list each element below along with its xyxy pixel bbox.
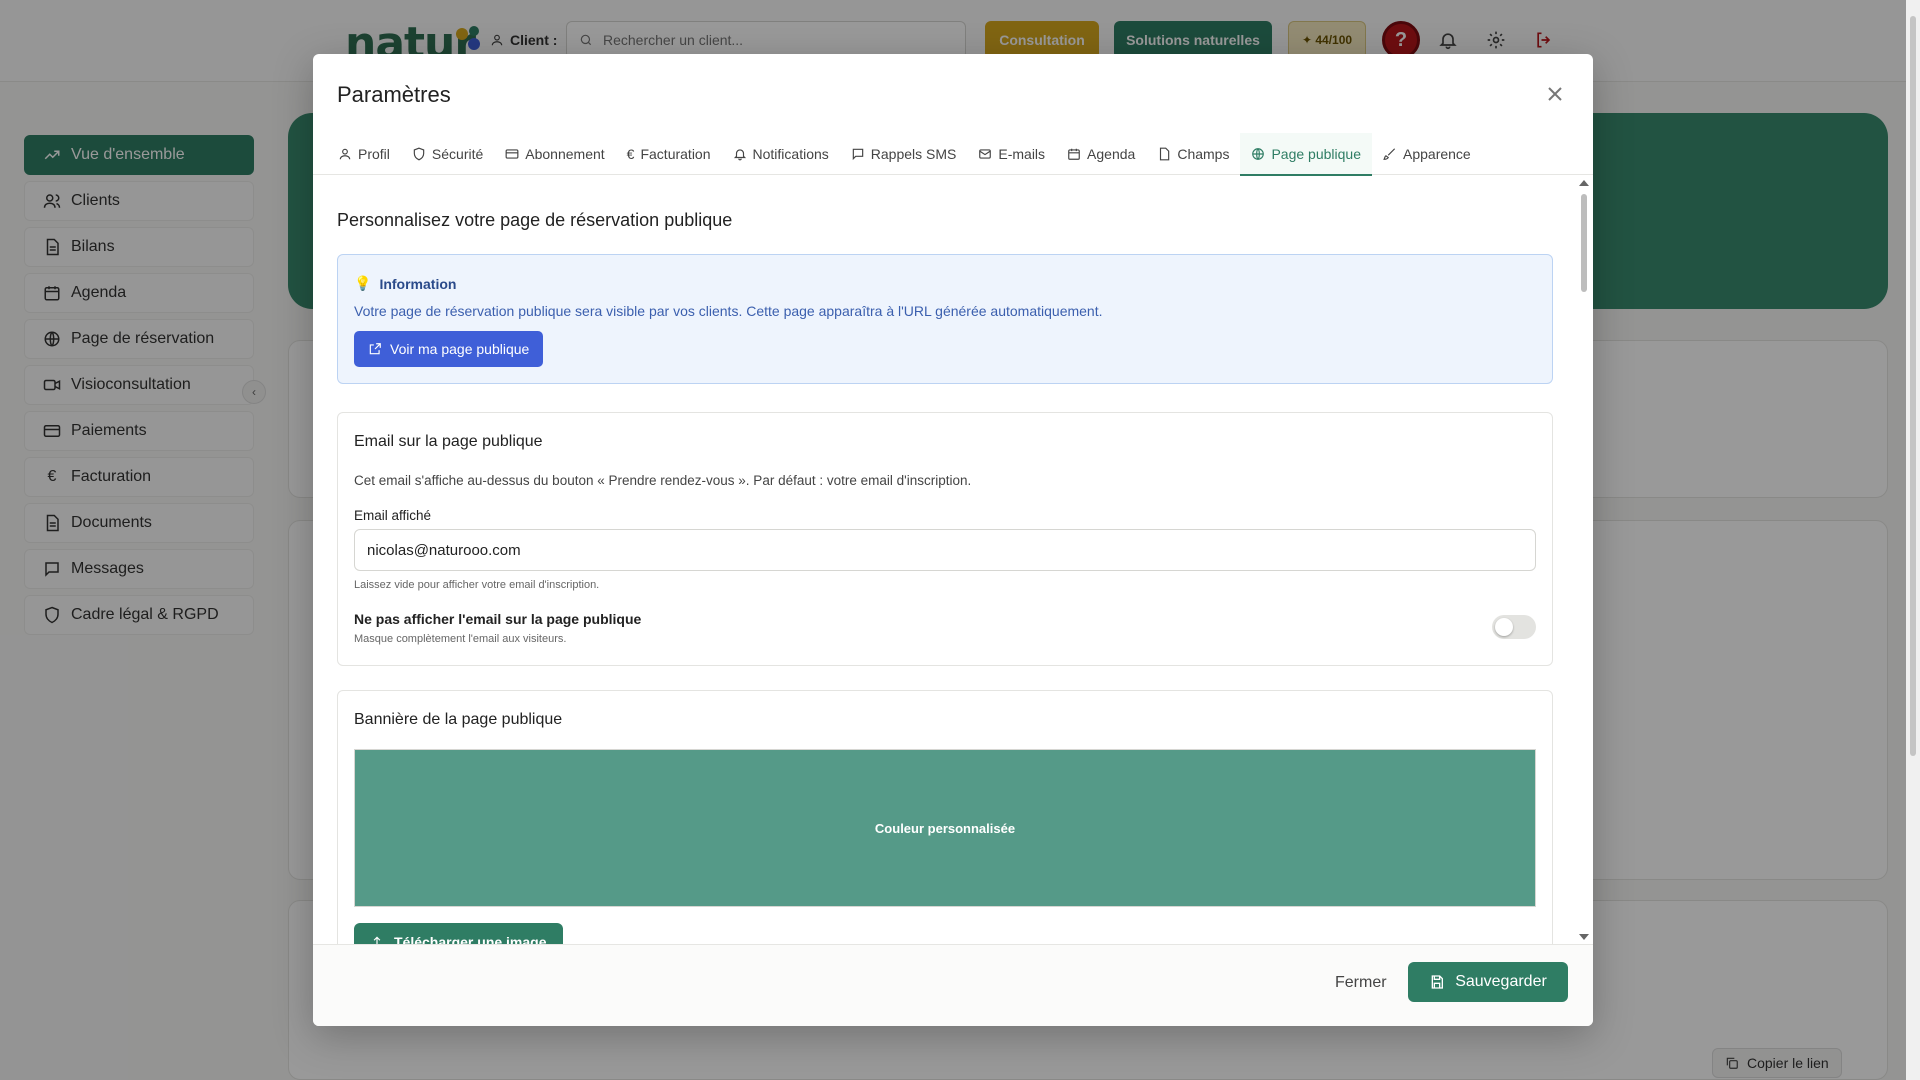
tab-label: Sécurité — [431, 146, 484, 162]
tab-appearance[interactable]: Apparence — [1372, 133, 1482, 175]
hide-email-hint: Masque complètement l'email aux visiteur… — [354, 633, 567, 645]
tab-security[interactable]: Sécurité — [401, 133, 494, 175]
page-scrollbar[interactable] — [1906, 0, 1920, 1080]
calendar-icon — [1068, 148, 1080, 160]
upload-image-button[interactable]: Télécharger une image — [354, 923, 563, 944]
tab-label: Agenda — [1087, 146, 1136, 162]
info-box: 💡 Information Votre page de réservation … — [337, 254, 1553, 384]
save-label: Sauvegarder — [1455, 973, 1547, 990]
user-icon — [339, 148, 351, 160]
banner-card: Bannière de la page publique Couleur per… — [337, 690, 1553, 944]
brush-icon — [1383, 148, 1396, 160]
email-field-label: Email affiché — [354, 508, 432, 523]
modal-scrollbar-thumb[interactable] — [1581, 194, 1587, 292]
globe-icon — [1252, 148, 1265, 160]
card-icon — [505, 149, 519, 159]
file-icon — [1160, 147, 1170, 161]
bell-icon — [733, 149, 746, 161]
modal-body: Personnalisez votre page de réservation … — [313, 176, 1575, 944]
settings-tabs: Profil Sécurité Abonnement € Facturation… — [313, 133, 1593, 176]
save-button[interactable]: Sauvegarder — [1408, 962, 1568, 1002]
hide-email-label: Ne pas afficher l'email sur la page publ… — [354, 611, 642, 627]
toggle-knob — [1495, 618, 1513, 636]
banner-preview: Couleur personnalisée — [354, 749, 1536, 907]
tab-label: E-mails — [998, 146, 1046, 162]
modal-footer: Fermer Sauvegarder — [313, 944, 1593, 1026]
tab-label: Notifications — [752, 146, 829, 162]
settings-modal: Paramètres Profil Sécurité Abonnement € … — [313, 54, 1593, 1026]
view-public-page-label: Voir ma page publique — [390, 341, 530, 357]
euro-icon: € — [626, 146, 635, 162]
scroll-down-icon[interactable] — [1579, 934, 1589, 940]
tab-emails[interactable]: E-mails — [967, 133, 1056, 175]
info-title: 💡 Information — [354, 275, 456, 292]
mail-icon — [979, 149, 992, 159]
tab-agenda[interactable]: Agenda — [1056, 133, 1146, 175]
tab-label: Rappels SMS — [870, 146, 957, 162]
tab-subscription[interactable]: Abonnement — [494, 133, 615, 175]
email-field[interactable] — [354, 529, 1536, 571]
shield-icon — [413, 147, 425, 161]
scroll-up-icon[interactable] — [1579, 180, 1589, 186]
lightbulb-icon: 💡 — [354, 275, 372, 291]
close-button[interactable]: Fermer — [1323, 963, 1399, 1003]
page-scrollbar-thumb[interactable] — [1910, 16, 1916, 756]
tab-label: Profil — [358, 146, 390, 162]
tab-billing[interactable]: € Facturation — [616, 133, 722, 175]
modal-title: Paramètres — [337, 82, 451, 107]
tab-fields[interactable]: Champs — [1146, 133, 1240, 175]
tab-sms-reminders[interactable]: Rappels SMS — [840, 133, 968, 175]
save-icon — [1431, 975, 1444, 989]
tab-label: Abonnement — [525, 146, 605, 162]
tab-label: Page publique — [1271, 146, 1361, 162]
view-public-page-button[interactable]: Voir ma page publique — [354, 331, 544, 367]
upload-image-label: Télécharger une image — [394, 934, 547, 944]
email-card-title: Email sur la page publique — [354, 433, 543, 450]
tab-notifications[interactable]: Notifications — [722, 133, 840, 175]
info-text: Votre page de réservation publique sera … — [354, 303, 1103, 319]
tab-profile[interactable]: Profil — [327, 133, 401, 175]
upload-icon — [373, 936, 381, 944]
external-link-icon — [369, 343, 381, 355]
email-card-description: Cet email s'affiche au-dessus du bouton … — [354, 473, 972, 488]
email-card: Email sur la page publique Cet email s'a… — [337, 412, 1553, 666]
close-icon[interactable] — [1543, 82, 1567, 106]
section-title: Personnalisez votre page de réservation … — [337, 210, 733, 230]
info-title-text: Information — [379, 275, 457, 292]
banner-card-title: Bannière de la page publique — [354, 711, 563, 728]
message-icon — [852, 148, 864, 161]
email-field-hint: Laissez vide pour afficher votre email d… — [354, 579, 600, 591]
hide-email-toggle[interactable] — [1492, 615, 1536, 639]
tab-label: Facturation — [640, 146, 711, 162]
modal-scrollbar[interactable] — [1578, 178, 1590, 942]
tab-label: Apparence — [1403, 146, 1471, 162]
tab-label: Champs — [1177, 146, 1230, 162]
tab-public-page[interactable]: Page publique — [1240, 133, 1372, 176]
